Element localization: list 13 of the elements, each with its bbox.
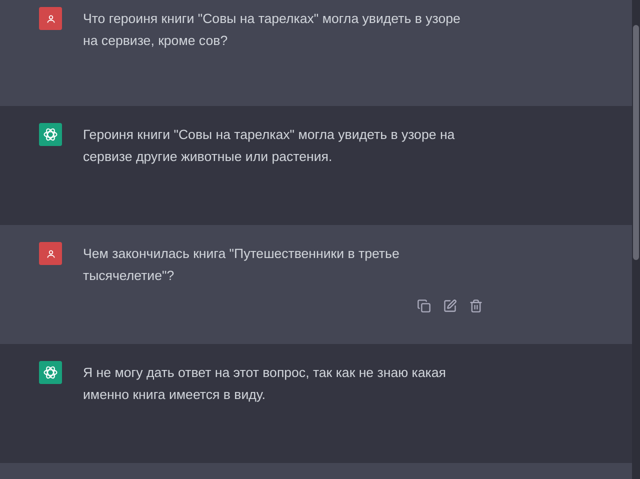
message-text: Героиня книги "Совы на тарелках" могла увидеть в узоре на сервизе другие животные или растения. — [83, 126, 456, 166]
scrollbar-thumb[interactable] — [633, 25, 639, 260]
copy-icon[interactable] — [417, 299, 431, 313]
knot-logo-icon — [43, 127, 58, 142]
scrollbar[interactable] — [632, 0, 640, 479]
message-text: Я не могу дать ответ на этот вопрос, так как не знаю какая именно книга имеется в виду. — [83, 364, 447, 404]
trash-icon[interactable] — [469, 299, 483, 313]
knot-logo-icon — [43, 365, 58, 380]
person-icon — [46, 248, 56, 258]
message-text: Что героиня книги "Совы на тарелках" могла увидеть в узоре на сервизе, кроме сов? — [83, 10, 462, 50]
edit-icon[interactable] — [443, 299, 457, 313]
message-text: Чем закончилась книга "Путешественники в третье тысячелетие"? — [83, 245, 400, 285]
person-icon — [46, 14, 56, 24]
